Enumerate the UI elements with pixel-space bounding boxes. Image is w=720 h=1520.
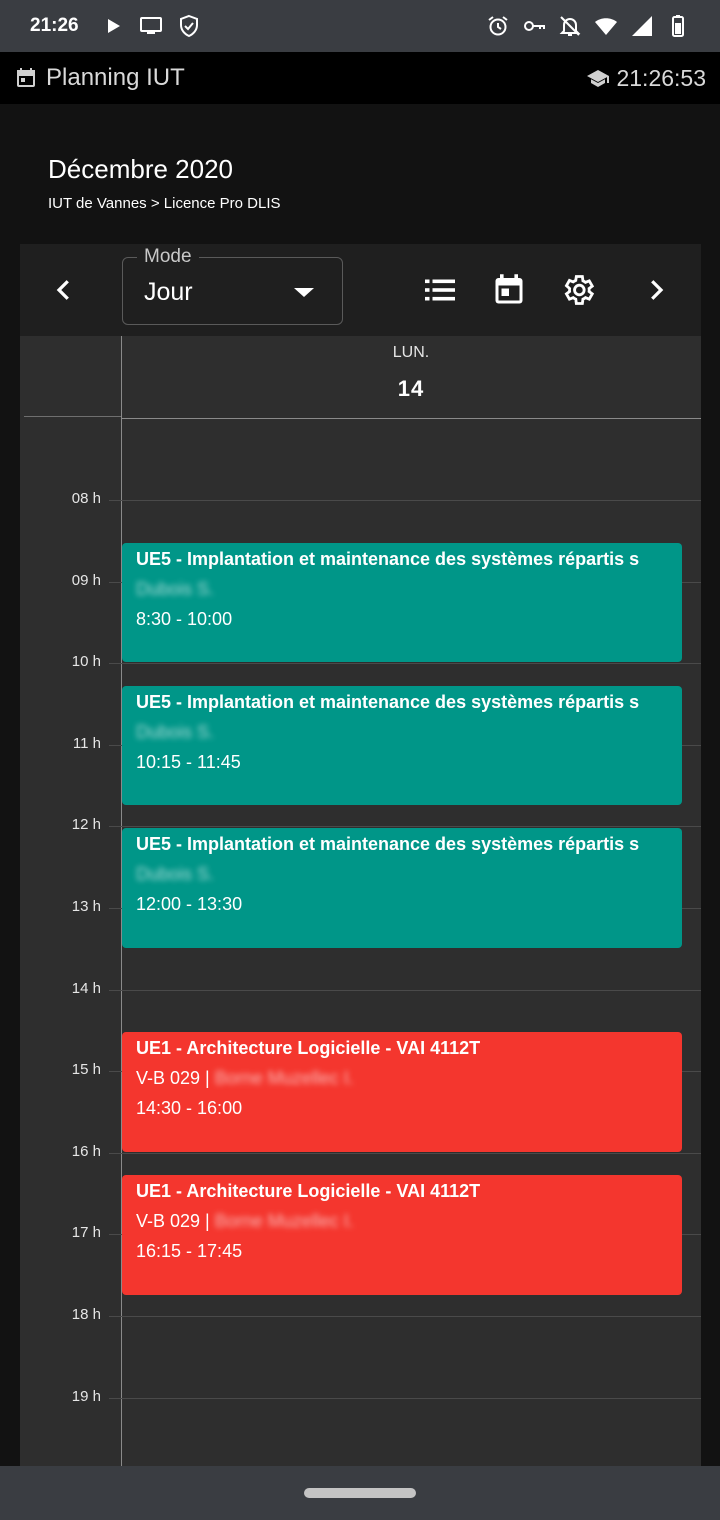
shield-icon (177, 14, 201, 38)
hour-row: 14 h (20, 980, 701, 997)
previous-button[interactable] (44, 270, 84, 310)
day-calendar: LUN. 14 08 h 09 h 10 h 11 h 12 h 13 h 14 h 15 h… (20, 336, 701, 1466)
event-details: Dubois S. (136, 863, 682, 885)
hour-label: 16 h (71, 1142, 101, 1160)
hour-row: 16 h (20, 1143, 701, 1160)
hour-row: 19 h (20, 1388, 701, 1405)
list-icon (425, 279, 455, 301)
hour-label: 15 h (71, 1061, 101, 1079)
event-card[interactable]: UE1 - Architecture Logicielle - VAI 4112… (122, 1175, 682, 1295)
system-navigation-bar (0, 1466, 720, 1520)
event-room: V-B 029 | (136, 1211, 215, 1232)
signal-icon (630, 14, 654, 38)
event-card[interactable]: UE5 - Implantation et maintenance des sy… (122, 542, 682, 663)
event-teacher: Dubois S. (136, 864, 215, 885)
hour-gridline (109, 1152, 701, 1154)
chevron-right-icon (651, 280, 664, 300)
dropdown-arrow-icon (294, 288, 314, 297)
hour-label: 10 h (71, 653, 101, 671)
home-gesture-handle[interactable] (304, 1488, 416, 1498)
event-card[interactable]: UE5 - Implantation et maintenance des sy… (122, 828, 682, 948)
calendar-app-icon (14, 66, 38, 90)
event-details: V-B 029 | Borne Muzellec I. (136, 1067, 682, 1089)
hour-label: 14 h (71, 979, 101, 997)
alarm-icon (486, 14, 510, 38)
monitor-icon (139, 14, 163, 38)
breadcrumb: IUT de Vannes > Licence Pro DLIS (48, 195, 281, 212)
mode-select[interactable]: Mode Jour (122, 246, 343, 325)
event-time: 8:30 - 10:00 (136, 608, 233, 629)
chevron-left-icon (56, 280, 69, 300)
play-icon (101, 14, 125, 38)
status-time: 21:26 (30, 15, 79, 36)
wifi-icon (594, 14, 618, 38)
event-title: UE5 - Implantation et maintenance des sy… (136, 834, 640, 855)
header-divider (24, 416, 121, 417)
hour-row: 10 h (20, 653, 701, 670)
event-title: UE5 - Implantation et maintenance des sy… (136, 691, 640, 712)
event-time: 16:15 - 17:45 (136, 1241, 243, 1262)
day-number[interactable]: 14 (121, 376, 701, 402)
battery-icon (666, 14, 690, 38)
today-button[interactable] (487, 268, 531, 312)
hour-row: 18 h (20, 1306, 701, 1323)
hour-gridline (109, 663, 701, 665)
event-title: UE1 - Architecture Logicielle - VAI 4112… (136, 1038, 481, 1059)
event-teacher: Dubois S. (136, 578, 215, 599)
key-icon (522, 14, 546, 38)
settings-icon (564, 275, 595, 305)
hour-gridline (109, 1316, 701, 1317)
event-details: V-B 029 | Borne Muzellec I. (136, 1210, 682, 1232)
event-details: Dubois S. (136, 721, 682, 743)
app-bar: Planning IUT 21:26:53 (0, 52, 720, 104)
app-title: Planning IUT (46, 64, 185, 91)
app-clock: 21:26:53 (616, 64, 706, 91)
hour-gridline (109, 500, 701, 501)
mode-value: Jour (144, 278, 193, 306)
event-details: Dubois S. (136, 578, 682, 600)
hour-label: 19 h (71, 1387, 101, 1405)
event-time: 12:00 - 13:30 (136, 894, 243, 915)
event-room: V-B 029 | (136, 1068, 215, 1089)
list-view-button[interactable] (418, 268, 462, 312)
notifications-off-icon (558, 14, 582, 38)
school-icon (586, 66, 610, 90)
month-title: Décembre 2020 (48, 154, 233, 184)
hour-gridline (109, 989, 701, 991)
hour-gridline (109, 1397, 701, 1399)
day-name: LUN. (392, 344, 430, 361)
status-bar: 21:26 (0, 0, 720, 52)
event-card[interactable]: UE1 - Architecture Logicielle - VAI 4112… (122, 1032, 682, 1152)
header-divider (121, 418, 701, 419)
event-teacher: Dubois S. (136, 721, 215, 742)
mode-label: Mode (137, 246, 199, 268)
event-title: UE5 - Implantation et maintenance des sy… (136, 548, 640, 569)
calendar-toolbar: Mode Jour (20, 244, 701, 336)
calendar-icon (495, 274, 523, 304)
hour-row: 08 h (20, 490, 701, 507)
hour-label: 09 h (71, 571, 101, 589)
hour-label: 11 h (72, 734, 101, 752)
hour-gridline (109, 826, 701, 828)
event-card[interactable]: UE5 - Implantation et maintenance des sy… (122, 685, 682, 805)
event-time: 14:30 - 16:00 (136, 1098, 243, 1119)
event-teacher: Borne Muzellec I. (214, 1211, 354, 1232)
hour-label: 12 h (71, 816, 101, 834)
hour-label: 13 h (71, 898, 101, 915)
hour-row: 12 h (20, 816, 701, 833)
event-time: 10:15 - 11:45 (136, 751, 241, 772)
settings-button[interactable] (556, 268, 600, 312)
hour-label: 18 h (71, 1306, 101, 1323)
next-button[interactable] (636, 270, 676, 310)
hour-label: 08 h (71, 490, 101, 507)
hour-label: 17 h (71, 1224, 101, 1242)
event-teacher: Borne Muzellec I. (214, 1068, 354, 1089)
event-title: UE1 - Architecture Logicielle - VAI 4112… (136, 1181, 481, 1202)
